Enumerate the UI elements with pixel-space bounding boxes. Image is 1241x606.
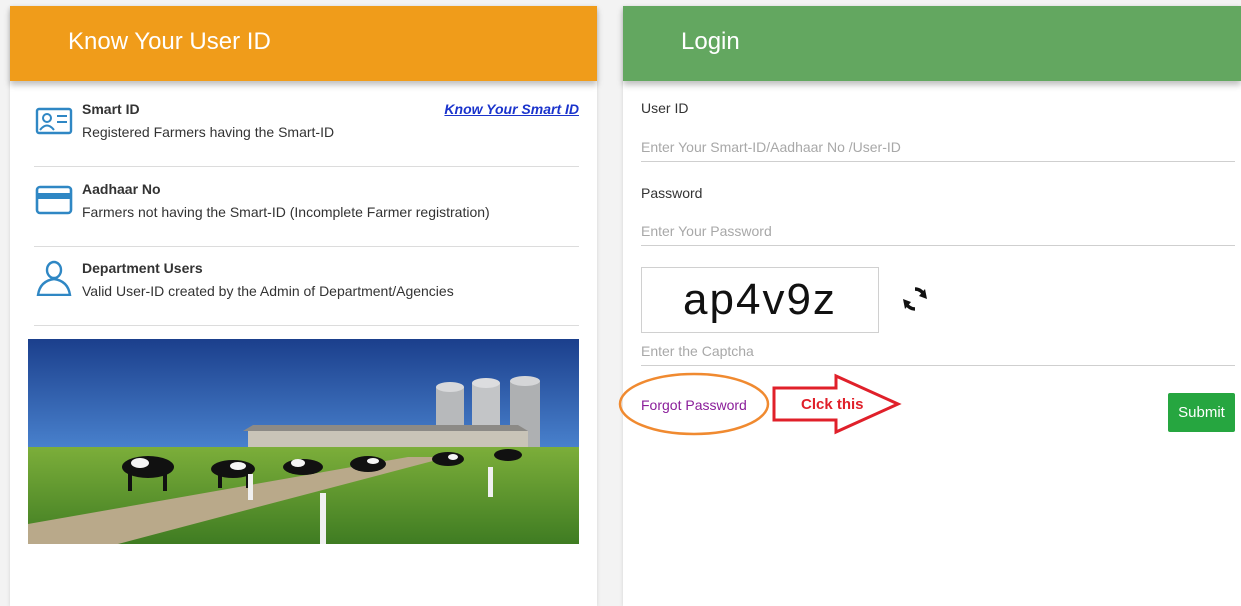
- captcha-image: ap4v9z: [641, 267, 879, 333]
- id-card-icon: [35, 107, 73, 135]
- know-your-smart-id-link[interactable]: Know Your Smart ID: [444, 101, 579, 117]
- card-icon: [35, 185, 73, 215]
- login-panel: Login User ID Password ap4v9z Forgot Pas…: [623, 6, 1241, 606]
- know-user-id-panel: Know Your User ID Smart ID Registered Fa…: [10, 6, 597, 606]
- forgot-password-link[interactable]: Forgot Password: [641, 397, 747, 413]
- department-users-row: Department Users Valid User-ID created b…: [34, 246, 579, 326]
- department-users-desc: Valid User-ID created by the Admin of De…: [82, 283, 454, 299]
- userid-input[interactable]: [641, 132, 1235, 162]
- know-user-id-header: Know Your User ID: [10, 6, 597, 81]
- aadhaar-title: Aadhaar No: [82, 181, 161, 197]
- password-input[interactable]: [641, 216, 1235, 246]
- farm-cows-image: [28, 339, 579, 544]
- refresh-captcha-icon[interactable]: [900, 284, 930, 314]
- captcha-input[interactable]: [641, 336, 1235, 366]
- smart-id-row: Smart ID Registered Farmers having the S…: [34, 87, 579, 167]
- smart-id-desc: Registered Farmers having the Smart-ID: [82, 124, 335, 140]
- login-header: Login: [623, 6, 1241, 81]
- userid-label: User ID: [641, 100, 689, 116]
- aadhaar-desc: Farmers not having the Smart-ID (Incompl…: [82, 204, 490, 220]
- department-users-title: Department Users: [82, 260, 203, 276]
- aadhaar-row: Aadhaar No Farmers not having the Smart-…: [34, 167, 579, 247]
- submit-button[interactable]: Submit: [1168, 393, 1235, 432]
- user-icon: [36, 260, 72, 296]
- password-label: Password: [641, 185, 703, 201]
- smart-id-title: Smart ID: [82, 101, 140, 117]
